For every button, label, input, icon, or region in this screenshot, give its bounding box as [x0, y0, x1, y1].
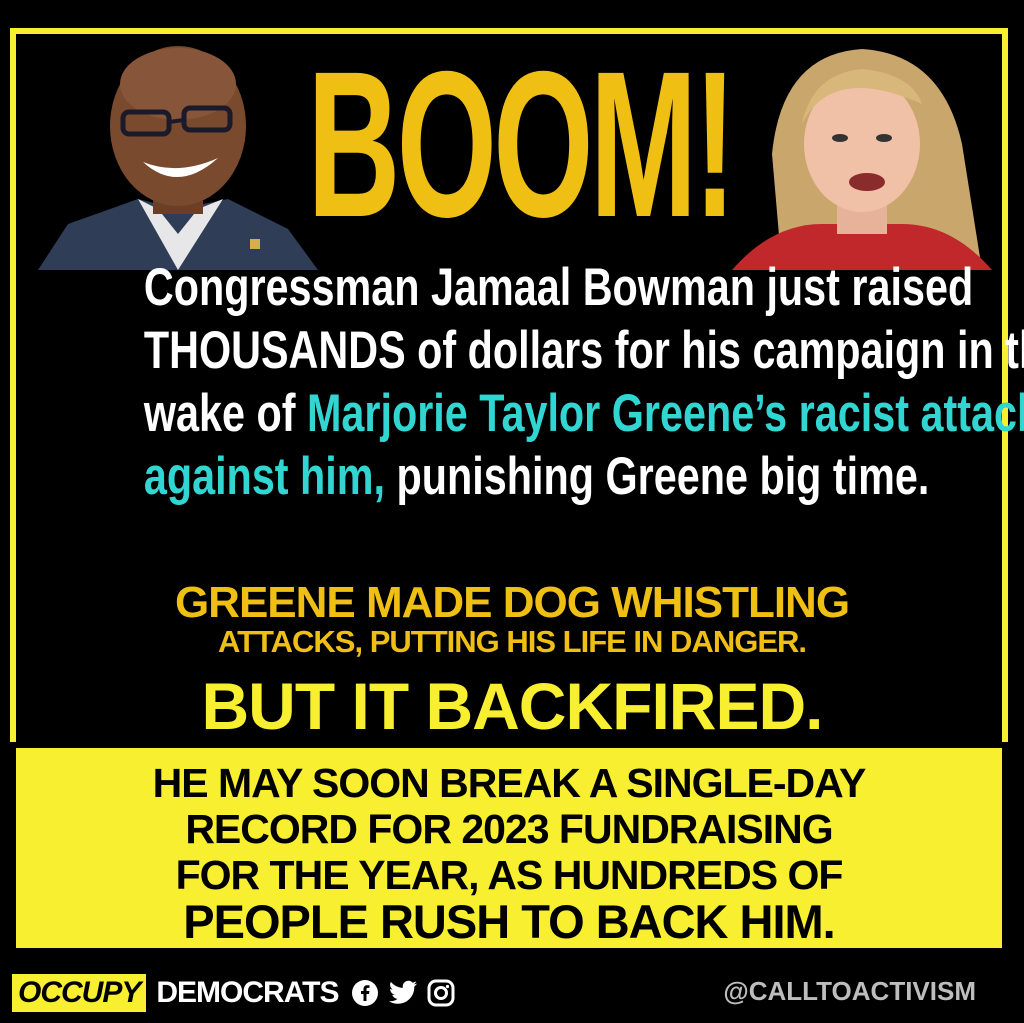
body-line-3: wake of Marjorie Taylor Greene’s racist … [143, 382, 1024, 445]
yellow-callout-box: HE MAY SOON BREAK A SINGLE-DAY RECORD FO… [10, 742, 1008, 954]
occupy-democrats-logo: OCCUPY DEMOCRATS [12, 974, 456, 1012]
instagram-icon[interactable] [426, 978, 456, 1008]
poster: BOOM! Congressman Jamaal Bowman just rai… [0, 0, 1024, 1023]
gold-line-2: ATTACKS, PUTTING HIS LIFE IN DANGER. [217, 624, 807, 659]
body-line-3-prefix: wake of [143, 384, 307, 443]
body-line-4-rest: punishing Greene big time. [385, 447, 930, 506]
callout-line-3: FOR THE YEAR, AS HUNDREDS OF [175, 852, 844, 898]
callout-line-4: PEOPLE RUSH TO BACK HIM. [183, 895, 835, 948]
photo-right-woman [712, 34, 1002, 270]
body-text: Congressman Jamaal Bowman just raised TH… [40, 256, 1024, 508]
gold-line-1: GREENE MADE DOG WHISTLING [174, 578, 850, 627]
twitter-icon[interactable] [388, 978, 418, 1008]
callout-line-1: HE MAY SOON BREAK A SINGLE-DAY [152, 760, 867, 806]
backfired-text: BUT IT BACKFIRED. [201, 669, 824, 743]
body-line-1: Congressman Jamaal Bowman just raised [143, 258, 974, 317]
logo-occupy: OCCUPY [12, 974, 147, 1012]
social-icons [350, 978, 456, 1008]
social-handle: @CALLTOACTIVISM [723, 976, 976, 1006]
body-line-4-highlight: against him, [143, 447, 386, 506]
headline-boom: BOOM! [307, 29, 736, 261]
logo-democrats: DEMOCRATS [156, 976, 339, 1009]
photo-left-man [28, 34, 328, 270]
body-line-3-highlight: Marjorie Taylor Greene’s racist attacks [306, 384, 1024, 443]
callout-line-2: RECORD FOR 2023 FUNDRAISING [185, 806, 833, 852]
body-line-2: THOUSANDS of dollars for his campaign in… [143, 321, 1024, 380]
facebook-icon[interactable] [350, 978, 380, 1008]
body-line-4: against him, punishing Greene big time. [143, 445, 930, 508]
